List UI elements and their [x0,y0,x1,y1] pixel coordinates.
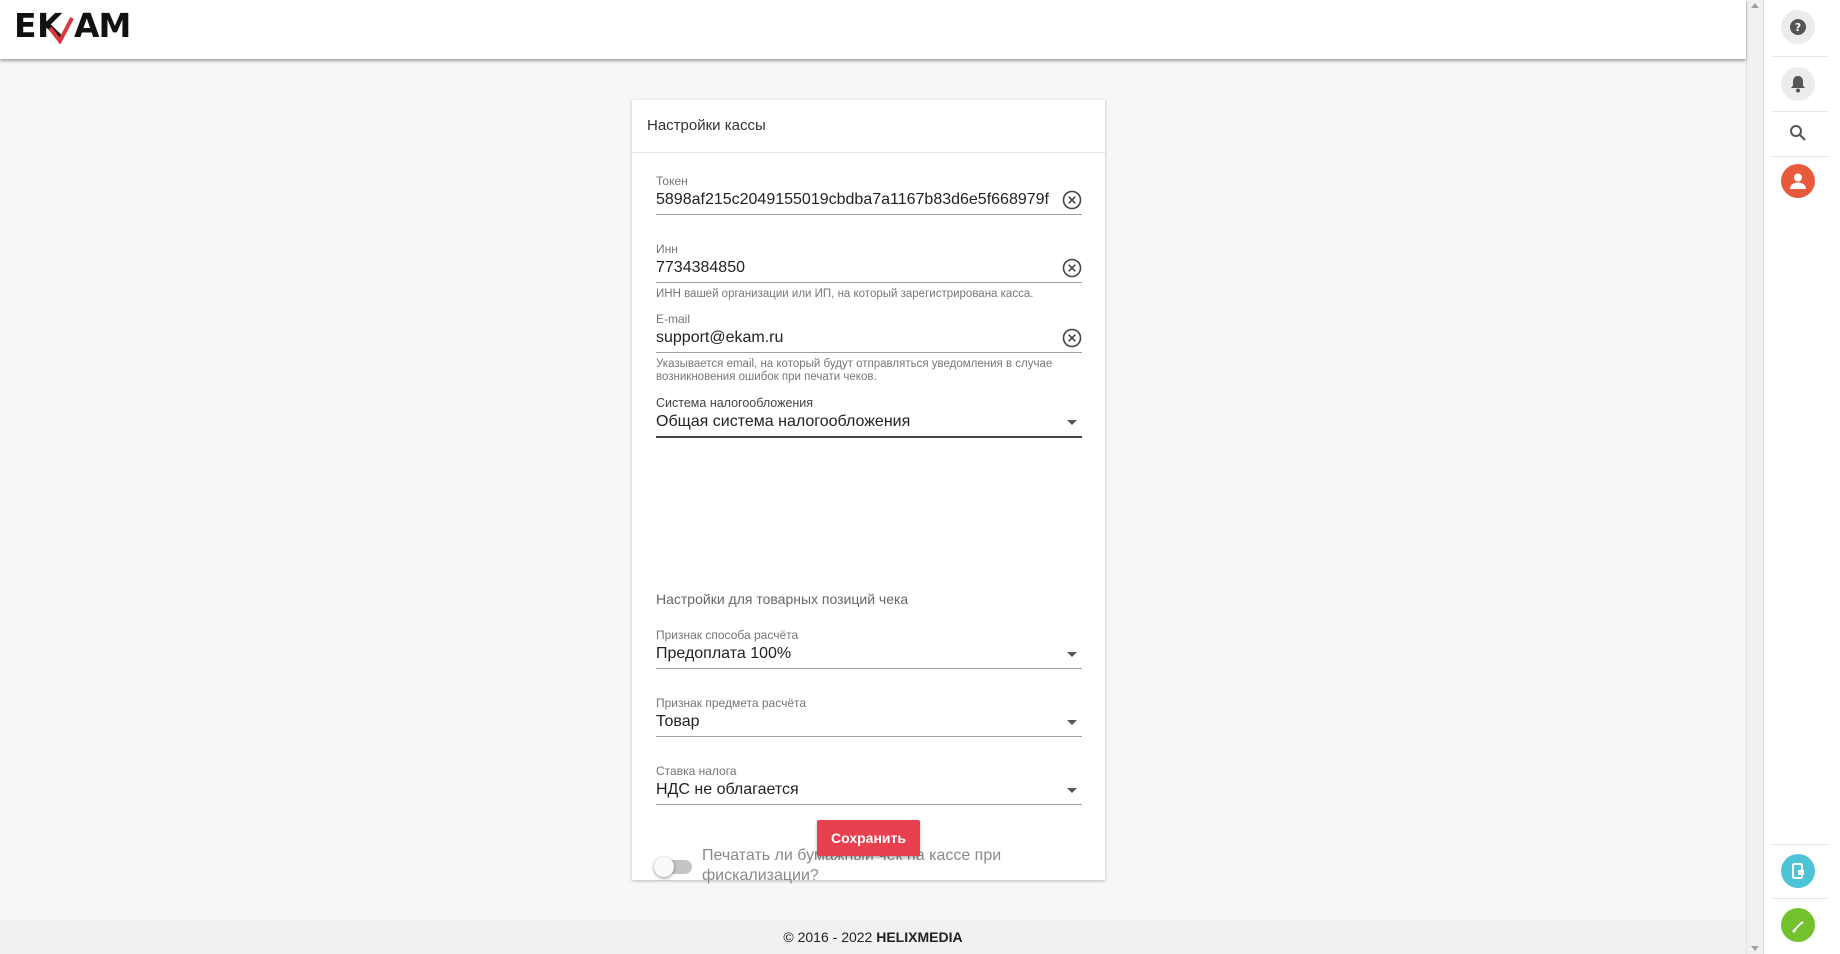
tax-rate-select[interactable]: НДС не облагается [656,778,1082,805]
ekam-logo-mark: E K AM [14,8,131,44]
footer-company: HELIXMEDIA [876,929,963,945]
clear-token-icon[interactable] [1062,190,1082,210]
chevron-down-icon [1067,652,1077,657]
user-avatar-icon[interactable] [1781,164,1815,198]
payment-method-value: Предоплата 100% [656,645,792,662]
payment-method-field: Признак способа расчёта Предоплата 100% [656,628,1082,669]
tax-system-select[interactable]: Общая система налогообложения [656,410,1082,438]
email-value: support@ekam.ru [656,329,784,346]
bell-icon[interactable] [1781,67,1815,101]
scroll-down-arrow-icon[interactable] [1751,946,1759,951]
save-button[interactable]: Сохранить [817,820,920,856]
payment-subject-select[interactable]: Товар [656,710,1082,737]
scroll-up-arrow-icon[interactable] [1751,3,1759,8]
clear-email-icon[interactable] [1062,328,1082,348]
right-sidebar: ? [1763,0,1840,954]
token-label: Токен [656,174,688,188]
search-icon[interactable] [1781,116,1815,150]
tax-system-field: Система налогообложения Общая система на… [656,396,1082,438]
payment-subject-field: Признак предмета расчёта Товар [656,696,1082,737]
chevron-down-icon [1067,720,1077,725]
cashbox-settings-card: Настройки кассы Токен 5898af215c20491550… [632,100,1105,884]
payment-subject-label: Признак предмета расчёта [656,696,807,710]
payment-method-select[interactable]: Предоплата 100% [656,642,1082,669]
mobile-device-icon[interactable] [1781,854,1815,888]
inn-label: Инн [656,242,678,256]
email-field: E-mail support@ekam.ru Указывается email… [656,312,1082,384]
tax-rate-field: Ставка налога НДС не облагается [656,764,1082,805]
inn-value: 7734384850 [656,259,745,276]
print-receipt-switch[interactable] [654,857,692,877]
page-scrollbar[interactable] [1746,0,1763,954]
tax-system-label: Система налогообложения [656,396,814,410]
tax-rate-value: НДС не облагается [656,781,799,798]
svg-text:E: E [14,8,36,44]
payment-method-label: Признак способа расчёта [656,628,799,642]
svg-text:?: ? [1795,21,1801,34]
payment-subject-value: Товар [656,713,700,730]
inn-hint: ИНН вашей организации или ИП, на который… [656,288,1034,300]
clear-inn-icon[interactable] [1062,258,1082,278]
footer-copyright: © 2016 - 2022 [783,929,877,945]
help-icon[interactable]: ? [1781,10,1815,44]
chevron-down-icon [1067,420,1077,425]
token-field: Токен 5898af215c2049155019cbdba7a1167b83… [656,174,1082,215]
phone-icon[interactable] [1781,908,1815,942]
inn-field: Инн 7734384850 ИНН вашей организации или… [656,242,1082,301]
top-bar: E K AM [0,0,1746,59]
token-value: 5898af215c2049155019cbdba7a1167b83d6e5f6… [656,191,1049,208]
token-input[interactable]: 5898af215c2049155019cbdba7a1167b83d6e5f6… [656,188,1082,215]
email-input[interactable]: support@ekam.ru [656,326,1082,353]
email-label: E-mail [656,312,691,326]
chevron-down-icon [1067,788,1077,793]
tax-rate-label: Ставка налога [656,764,737,778]
tax-system-value: Общая система налогообложения [656,413,911,430]
email-hint: Указывается email, на который будут отпр… [656,358,1053,383]
svg-text:AM: AM [74,8,130,44]
footer: © 2016 - 2022 HELIXMEDIA [0,920,1746,954]
card-title: Настройки кассы [632,100,1105,153]
items-settings-heading: Настройки для товарных позиций чека [656,591,909,607]
inn-input[interactable]: 7734384850 [656,256,1082,283]
